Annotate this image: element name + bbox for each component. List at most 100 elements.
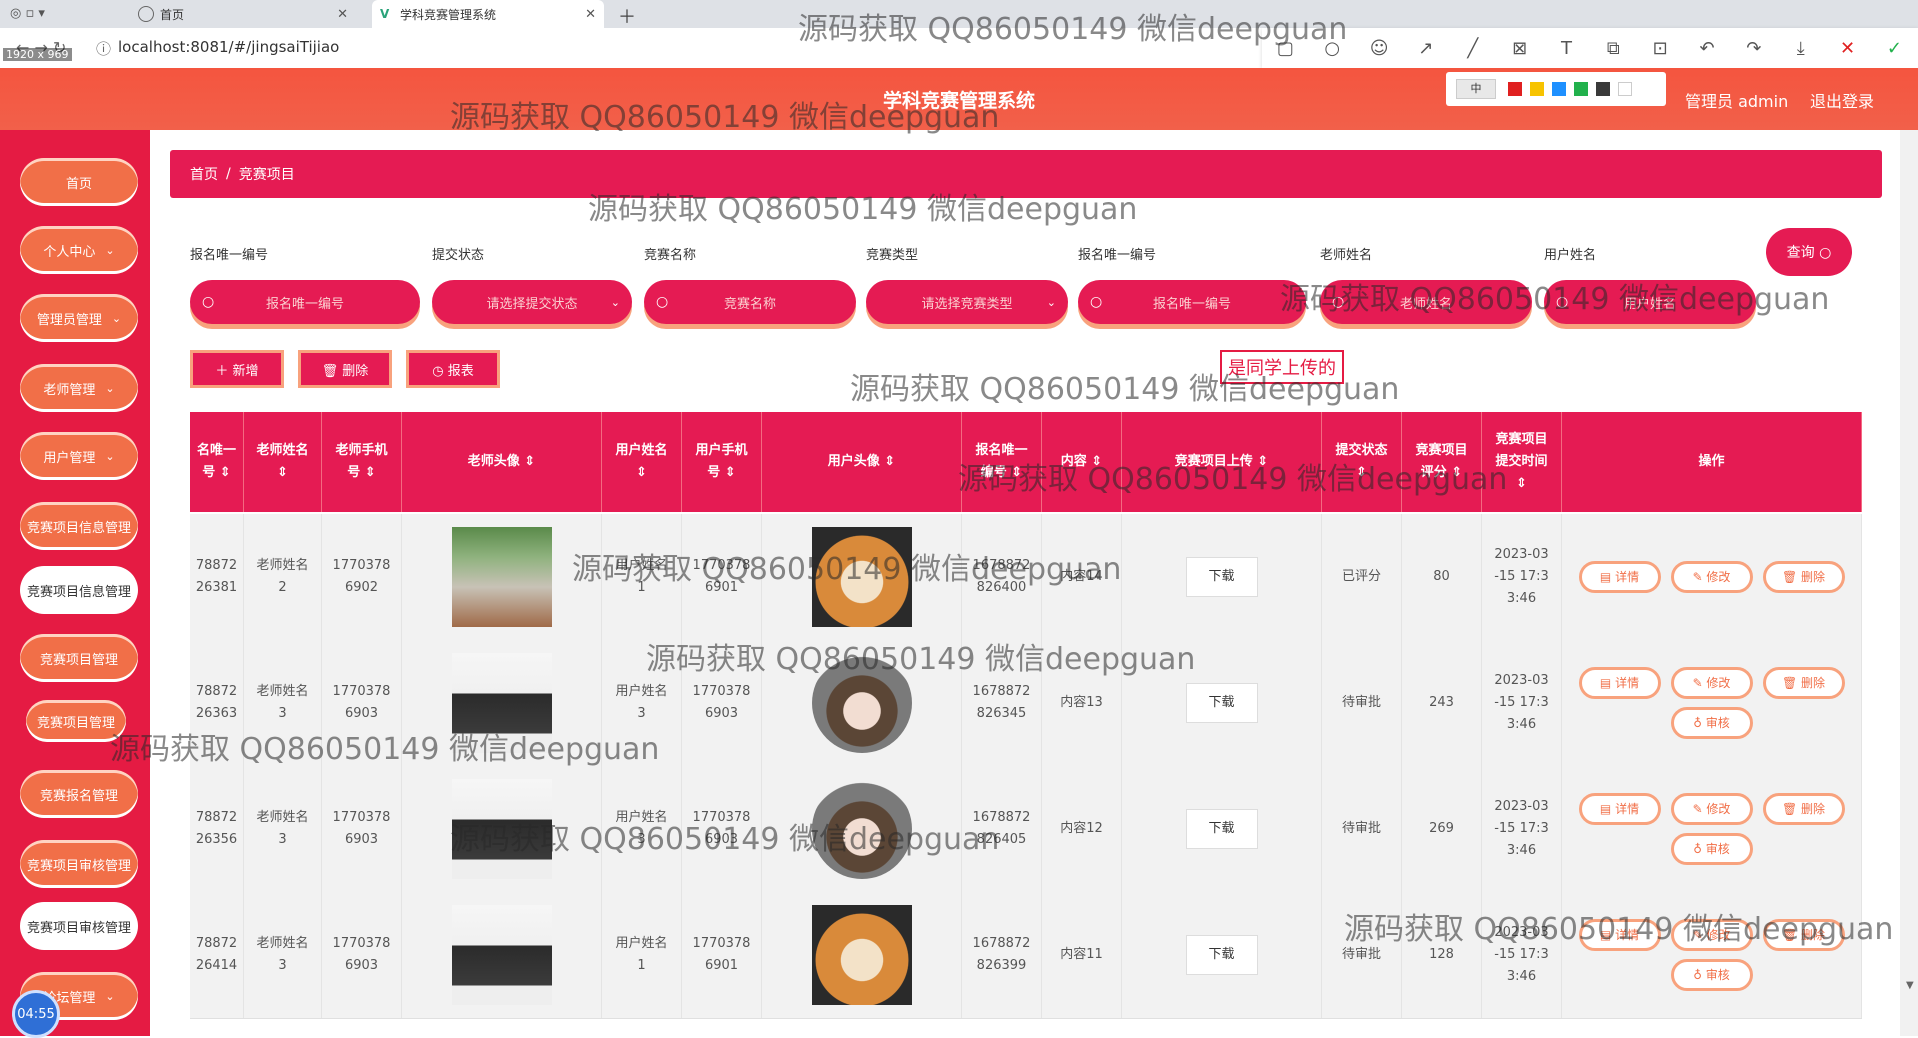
color-swatch-yellow[interactable] <box>1530 82 1544 96</box>
browser-icons[interactable]: ◎ ▫ ▾ <box>10 6 45 21</box>
detail-button[interactable]: ▤ 详情 <box>1578 667 1661 699</box>
sidebar-item[interactable]: 竞赛报名管理 <box>20 770 138 818</box>
column-header[interactable]: 老师姓名 ⇕ <box>244 412 322 512</box>
filter-input[interactable]: ○ 报名唯一编号 <box>1078 280 1306 324</box>
column-header[interactable]: 名唯一 号 ⇕ <box>190 412 244 512</box>
table-cell: 下载 <box>1122 514 1322 640</box>
color-swatch-white[interactable] <box>1618 82 1632 96</box>
logout-link[interactable]: 退出登录 <box>1810 88 1874 112</box>
clock-badge: 04:55 <box>12 990 60 1038</box>
page-scrollbar[interactable] <box>1900 130 1918 1036</box>
review-button[interactable]: ♁ 审核 <box>1670 833 1753 865</box>
cancel-icon[interactable]: ✕ <box>1836 38 1860 59</box>
url-text[interactable]: localhost:8081/#/jingsaiTijiao <box>118 38 339 56</box>
watermark: 源码获取 QQ86050149 微信deepguan <box>110 732 660 767</box>
table-cell: 下载 <box>1122 766 1322 892</box>
sidebar-item[interactable]: 个人中心 ⌄ <box>20 226 138 274</box>
browser-tab-app[interactable]: V 学科竞赛管理系统 ✕ <box>372 0 604 28</box>
sidebar-item[interactable]: 竞赛项目审核管理 <box>20 840 138 888</box>
filter-label: 报名唯一编号 <box>190 248 269 263</box>
query-button[interactable]: 查询 ○ <box>1766 228 1852 276</box>
filter-input[interactable]: ○ 竞赛名称 <box>644 280 856 324</box>
line-tool-icon[interactable]: ╱ <box>1461 38 1485 59</box>
column-header[interactable]: 老师手机 号 ⇕ <box>322 412 402 512</box>
edit-button[interactable]: ✎ 修改 <box>1670 793 1753 825</box>
sidebar-item[interactable]: 老师管理 ⌄ <box>20 364 138 412</box>
row-delete-button[interactable]: 🗑 删除 <box>1762 561 1845 593</box>
text-tool-icon[interactable]: T <box>1554 38 1578 59</box>
filter-placeholder: 请选择竞赛类型 <box>921 296 1013 312</box>
arrow-tool-icon[interactable]: ↗ <box>1414 38 1438 59</box>
row-delete-button[interactable]: 🗑 删除 <box>1762 793 1845 825</box>
ocr-tool-icon[interactable]: ⊡ <box>1648 38 1672 59</box>
snipping-toolbar: ▢ ○ ☺ ↗ ╱ ⊠ T ⧉ ⊡ ↶ ↷ ⤓ ✕ ✓ <box>1262 28 1918 68</box>
filter-input[interactable]: ○ 报名唯一编号 <box>190 280 420 324</box>
review-button[interactable]: ♁ 审核 <box>1670 707 1753 739</box>
sidebar-item[interactable]: 首页 <box>20 158 138 206</box>
search-icon: ○ <box>202 294 215 310</box>
emoji-tool-icon[interactable]: ☺ <box>1367 38 1391 59</box>
breadcrumb-home[interactable]: 首页 <box>190 164 218 184</box>
column-header[interactable]: 用户姓名 ⇕ <box>602 412 682 512</box>
filter-placeholder: 竞赛名称 <box>723 296 776 312</box>
filter-placeholder: 请选择提交状态 <box>486 296 578 312</box>
detail-button[interactable]: ▤ 详情 <box>1578 561 1661 593</box>
color-swatch-green[interactable] <box>1574 82 1588 96</box>
table-cell: 下载 <box>1122 892 1322 1018</box>
report-button[interactable]: ◷ 报表 <box>406 350 500 388</box>
table-cell: 待审批 <box>1322 766 1402 892</box>
table-cell: 1770378 6903 <box>322 766 402 892</box>
table-cell: 269 <box>1402 766 1482 892</box>
info-icon[interactable]: ⓘ <box>96 38 111 59</box>
filter-select[interactable]: 请选择竞赛类型 ⌄ <box>866 280 1068 324</box>
color-swatch-blue[interactable] <box>1552 82 1566 96</box>
table-cell: 用户姓名 1 <box>602 892 682 1018</box>
confirm-icon[interactable]: ✓ <box>1882 38 1906 59</box>
table-cell: ▤ 详情 ✎ 修改 🗑 删除 ♁ 审核 <box>1562 766 1862 892</box>
scroll-down-icon[interactable]: ▼ <box>1906 980 1914 991</box>
browser-tab-home[interactable]: 首页 ✕ <box>130 0 356 28</box>
sidebar-item[interactable]: 竞赛项目信息管理 <box>20 566 138 614</box>
copy-tool-icon[interactable]: ⧉ <box>1601 38 1625 59</box>
undo-icon[interactable]: ↶ <box>1695 38 1719 59</box>
sidebar-item[interactable]: 管理员管理 ⌄ <box>20 294 138 342</box>
download-button[interactable]: 下载 <box>1185 935 1258 975</box>
download-button[interactable]: 下载 <box>1185 683 1258 723</box>
table-cell: 2023-03 -15 17:3 3:46 <box>1482 514 1562 640</box>
review-button[interactable]: ♁ 审核 <box>1670 959 1753 991</box>
filter-label: 提交状态 <box>432 248 485 263</box>
filter-label: 老师姓名 <box>1320 248 1373 263</box>
new-tab-icon[interactable]: ＋ <box>618 3 636 29</box>
detail-button[interactable]: ▤ 详情 <box>1578 793 1661 825</box>
table-cell: 80 <box>1402 514 1482 640</box>
color-swatch-red[interactable] <box>1508 82 1522 96</box>
sidebar-item[interactable]: 竞赛项目信息管理 <box>20 502 138 550</box>
sidebar-item[interactable]: 竞赛项目审核管理 <box>20 902 138 950</box>
size-select[interactable]: 中 <box>1456 79 1496 99</box>
sidebar-item[interactable]: 用户管理 ⌄ <box>20 432 138 480</box>
column-header[interactable]: 操作 <box>1562 412 1862 512</box>
share-icon[interactable]: ↷ <box>1742 38 1766 59</box>
mosaic-tool-icon[interactable]: ⊠ <box>1508 38 1532 59</box>
column-header[interactable]: 用户头像 ⇕ <box>762 412 962 512</box>
close-tab-icon[interactable]: ✕ <box>585 7 596 22</box>
download-button[interactable]: 下载 <box>1185 809 1258 849</box>
column-header[interactable]: 用户手机 号 ⇕ <box>682 412 762 512</box>
table-cell: 已评分 <box>1322 514 1402 640</box>
filter-select[interactable]: 请选择提交状态 ⌄ <box>432 280 632 324</box>
sidebar-item[interactable]: 竞赛项目管理 <box>20 634 138 682</box>
edit-button[interactable]: ✎ 修改 <box>1670 561 1753 593</box>
save-icon[interactable]: ⤓ <box>1789 38 1813 59</box>
vue-icon: V <box>380 7 390 21</box>
download-button[interactable]: 下载 <box>1185 557 1258 597</box>
delete-button[interactable]: 🗑 删除 <box>298 350 392 388</box>
watermark: 源码获取 QQ86050149 微信deepguan <box>958 462 1508 497</box>
edit-button[interactable]: ✎ 修改 <box>1670 667 1753 699</box>
add-button[interactable]: ＋ 新增 <box>190 350 284 388</box>
close-tab-icon[interactable]: ✕ <box>337 7 348 22</box>
row-delete-button[interactable]: 🗑 删除 <box>1762 667 1845 699</box>
color-swatch-gray[interactable] <box>1596 82 1610 96</box>
watermark: 源码获取 QQ86050149 微信deepguan <box>1344 912 1894 947</box>
search-icon: ○ <box>656 294 669 310</box>
column-header[interactable]: 老师头像 ⇕ <box>402 412 602 512</box>
